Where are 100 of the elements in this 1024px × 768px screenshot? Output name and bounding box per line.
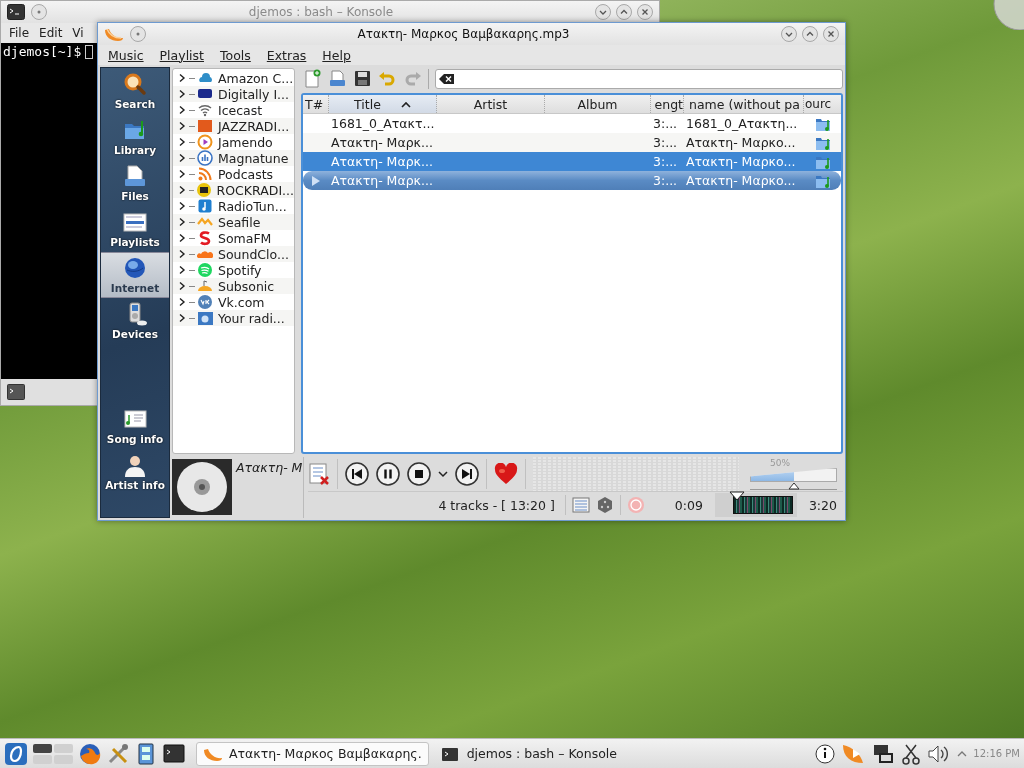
menu-item[interactable]: Edit xyxy=(34,26,68,40)
network-icon[interactable] xyxy=(871,742,896,765)
playlist-row[interactable]: Ατακτη- Μαρκ... 3:... Ατακτη- Μαρκο... xyxy=(303,133,841,152)
terminal-icon xyxy=(440,745,461,762)
sidebar-tab[interactable]: Search xyxy=(101,68,169,114)
playlist-row[interactable]: Ατακτη- Μαρκ... 3:... Ατακτη- Μαρκο... xyxy=(303,171,841,190)
tree-item[interactable]: Amazon C... xyxy=(173,70,294,86)
column-header[interactable]: Artist xyxy=(437,95,545,113)
tree-item[interactable]: RadioTun... xyxy=(173,198,294,214)
tools-icon[interactable] xyxy=(106,741,130,766)
sidebar-tab[interactable]: Artist info xyxy=(101,449,169,495)
column-header[interactable]: name (without pa xyxy=(684,95,804,113)
tree-item[interactable]: Magnatune xyxy=(173,150,294,166)
menu-item[interactable]: Extras xyxy=(258,47,315,63)
taskbar-task[interactable]: djemos : bash – Konsole xyxy=(434,741,623,766)
sidebar-tab[interactable]: Files xyxy=(101,160,169,206)
next-button[interactable] xyxy=(455,462,479,486)
table-cell-text: Ατακτη- Μαρκ... xyxy=(330,135,434,150)
desktop-pager-icon[interactable] xyxy=(32,741,74,766)
seek-handle-icon[interactable] xyxy=(728,491,745,501)
terminal-icon[interactable] xyxy=(7,4,25,20)
previous-button[interactable] xyxy=(345,462,369,486)
dice-icon[interactable] xyxy=(595,496,614,514)
logo-icon xyxy=(197,230,213,246)
app-launcher-icon[interactable] xyxy=(4,741,28,766)
browser-icon[interactable] xyxy=(78,741,102,766)
maximize-button[interactable] xyxy=(616,4,632,20)
seek-slider[interactable] xyxy=(714,493,797,517)
clock-text: 12:16 PM xyxy=(973,748,1020,759)
search-icon xyxy=(122,72,148,96)
minimize-button[interactable] xyxy=(781,26,797,42)
sort-caret-icon xyxy=(400,100,411,108)
menu-item[interactable]: File xyxy=(4,26,35,40)
tree-item[interactable]: Seafile xyxy=(173,214,294,230)
bars-circle-icon xyxy=(197,150,213,166)
stop-button[interactable] xyxy=(407,462,431,486)
volume-reading: 50% xyxy=(769,458,791,468)
song-info-icon xyxy=(122,407,148,431)
logo-icon xyxy=(197,118,213,134)
logo-icon xyxy=(197,294,213,310)
terminal-tab-icon[interactable] xyxy=(7,384,25,400)
playlist-row[interactable]: 1681_0_Ατακτ... 3:... 1681_0_Ατακτη... xyxy=(303,114,841,133)
tree-item[interactable]: JAZZRADI... xyxy=(173,118,294,134)
clear-playlist-icon[interactable] xyxy=(308,462,330,486)
close-button[interactable] xyxy=(637,4,653,20)
playlist-row[interactable]: Ατακτη- Μαρκ... 3:... Ατακτη- Μαρκο... xyxy=(303,152,841,171)
sidebar-tab[interactable]: Library xyxy=(101,114,169,160)
scissors-icon[interactable] xyxy=(901,742,922,765)
menu-item[interactable]: Playlist xyxy=(151,47,212,63)
tree-item[interactable]: Icecast xyxy=(173,102,294,118)
tree-item[interactable]: SoundClo... xyxy=(173,246,294,262)
column-header[interactable]: Album xyxy=(545,95,651,113)
text-cursor xyxy=(85,44,94,59)
dropdown-caret-icon[interactable] xyxy=(438,470,448,478)
close-button[interactable] xyxy=(823,26,839,42)
column-header[interactable]: Title xyxy=(329,95,437,113)
new-playlist-icon[interactable] xyxy=(303,69,322,88)
sidebar-tab[interactable]: Song info xyxy=(101,403,169,449)
sidebar-tab[interactable]: Playlists xyxy=(101,206,169,252)
person-icon xyxy=(122,453,148,477)
tree-item[interactable]: Podcasts xyxy=(173,166,294,182)
pause-button[interactable] xyxy=(376,462,400,486)
load-playlist-icon[interactable] xyxy=(328,69,347,88)
table-cell-text: Ατακτη- Μαρκ... xyxy=(330,173,434,188)
terminal-icon[interactable] xyxy=(162,741,186,766)
column-header[interactable]: ourc xyxy=(804,95,841,113)
tree-item[interactable]: Spotify xyxy=(173,262,294,278)
tree-item[interactable]: Your radi... xyxy=(173,310,294,326)
sidebar-tab[interactable]: Internet xyxy=(101,252,169,298)
tree-item[interactable]: Digitally I... xyxy=(173,86,294,102)
info-icon[interactable] xyxy=(815,742,836,765)
tree-item[interactable]: SomaFM xyxy=(173,230,294,246)
menu-item[interactable]: Vi xyxy=(67,26,89,40)
tree-item[interactable]: Jamendo xyxy=(173,134,294,150)
table-cell-text: 3:... xyxy=(652,173,679,188)
rss-icon xyxy=(197,166,213,182)
menu-item[interactable]: Tools xyxy=(212,47,259,63)
play-icon xyxy=(311,174,321,187)
command-prompt: djemos[~]$ xyxy=(3,44,82,59)
table-cell-text: 1681_0_Ατακτ... xyxy=(330,116,436,131)
save-icon[interactable] xyxy=(353,69,372,88)
column-header[interactable]: engt xyxy=(651,95,684,113)
logo-icon xyxy=(195,182,212,198)
clear-icon[interactable] xyxy=(439,72,455,85)
file-icon xyxy=(122,164,148,188)
minimize-button[interactable] xyxy=(595,4,611,20)
heart-icon[interactable] xyxy=(494,463,518,485)
filter-field[interactable] xyxy=(435,68,843,89)
expand-caret-icon[interactable] xyxy=(957,749,968,758)
maximize-button[interactable] xyxy=(802,26,818,42)
sidebar-tab[interactable]: Devices xyxy=(101,298,169,344)
taskbar-task[interactable]: Ατακτη- Μαρκος Βαμβακαρης. xyxy=(196,741,429,766)
table-cell-text: Ατακτη- Μαρκο... xyxy=(685,135,797,150)
tree-item[interactable]: Vk.com xyxy=(173,294,294,310)
menu-item[interactable]: Help xyxy=(314,47,359,63)
play-circle-icon xyxy=(197,134,213,150)
tree-item[interactable]: Subsonic xyxy=(173,278,294,294)
logo-icon xyxy=(197,262,213,278)
menu-item[interactable]: Music xyxy=(100,47,152,63)
tree-item[interactable]: ROCKRADI... xyxy=(173,182,294,198)
